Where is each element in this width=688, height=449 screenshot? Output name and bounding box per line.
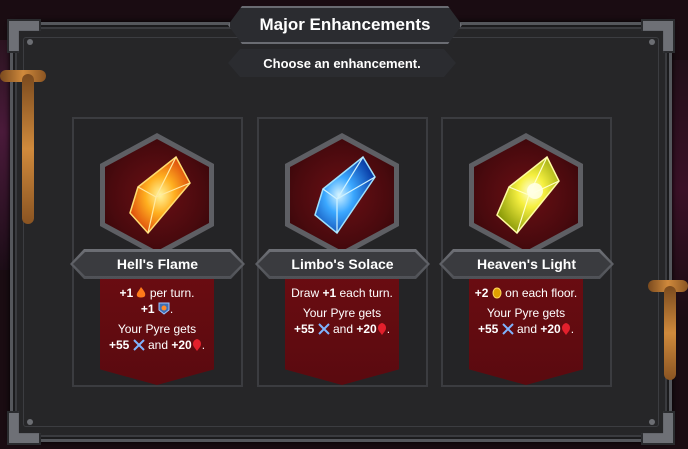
light-gem-icon [496,155,560,235]
attack-bonus: +55 [108,338,130,352]
health-bonus: +20 [540,322,561,336]
gold-icon [492,287,502,299]
attack-swords-icon [501,323,514,335]
pyre-text: Your Pyre gets [302,306,382,320]
rivet [27,419,33,425]
pipe-decoration [664,286,676,380]
and-text: and [147,338,169,352]
pyre-text: Your Pyre gets [486,306,566,320]
end-text: . [201,338,206,352]
capacity-bonus-suffix: . [169,302,174,316]
health-icon [561,323,570,335]
end-text: . [386,322,391,336]
pipe-decoration [22,74,34,224]
name-plate-inner: Limbo's Solace [258,252,427,276]
pyre-text: Your Pyre gets [117,322,197,336]
card-description: Draw +1 each turn. Your Pyre gets +55 an… [285,285,399,337]
title-plate: Major Enhancements [228,6,462,44]
rivet [649,419,655,425]
enhancement-card-hells-flame[interactable]: Hell's Flame +1 per turn. +1 . Your Pyre… [72,117,243,387]
health-icon [377,323,386,335]
draw-prefix: Draw [291,286,320,300]
attack-bonus: +55 [293,322,315,336]
attack-bonus: +55 [477,322,499,336]
card-name: Heaven's Light [476,256,577,272]
subtitle-plate: Choose an enhancement. [228,49,456,77]
health-bonus: +20 [356,322,377,336]
fire-gem-icon [129,155,191,235]
gold-bonus-value: +2 [474,286,489,300]
card-description: +1 per turn. +1 . Your Pyre gets +55 and… [100,285,214,353]
health-bonus: +20 [171,338,192,352]
capacity-shield-icon [158,302,170,315]
draw-bonus-suffix: each turn. [339,286,393,300]
and-text: and [516,322,538,336]
gold-bonus-suffix: on each floor. [505,286,578,300]
ember-icon [137,287,146,298]
attack-swords-icon [317,323,330,335]
page-subtitle: Choose an enhancement. [263,55,421,71]
rivet [649,39,655,45]
health-icon [192,339,201,351]
rivet [27,39,33,45]
ember-bonus-value: +1 [119,286,134,300]
draw-bonus-value: +1 [322,286,337,300]
name-plate-inner: Hell's Flame [73,252,242,276]
card-name: Hell's Flame [116,256,199,272]
card-description: +2 on each floor. Your Pyre gets +55 and… [469,285,583,337]
attack-swords-icon [132,339,145,351]
enhancement-card-heavens-light[interactable]: Heaven's Light +2 on each floor. Your Py… [441,117,612,387]
end-text: . [570,322,575,336]
page-title: Major Enhancements [259,15,431,34]
ember-bonus-suffix: per turn. [149,286,195,300]
card-name: Limbo's Solace [291,256,394,272]
enhancement-card-limbos-solace[interactable]: Limbo's Solace Draw +1 each turn. Your P… [257,117,428,387]
and-text: and [332,322,354,336]
name-plate-inner: Heaven's Light [442,252,611,276]
capacity-bonus-value: +1 [140,302,155,316]
ice-gem-icon [314,155,376,235]
